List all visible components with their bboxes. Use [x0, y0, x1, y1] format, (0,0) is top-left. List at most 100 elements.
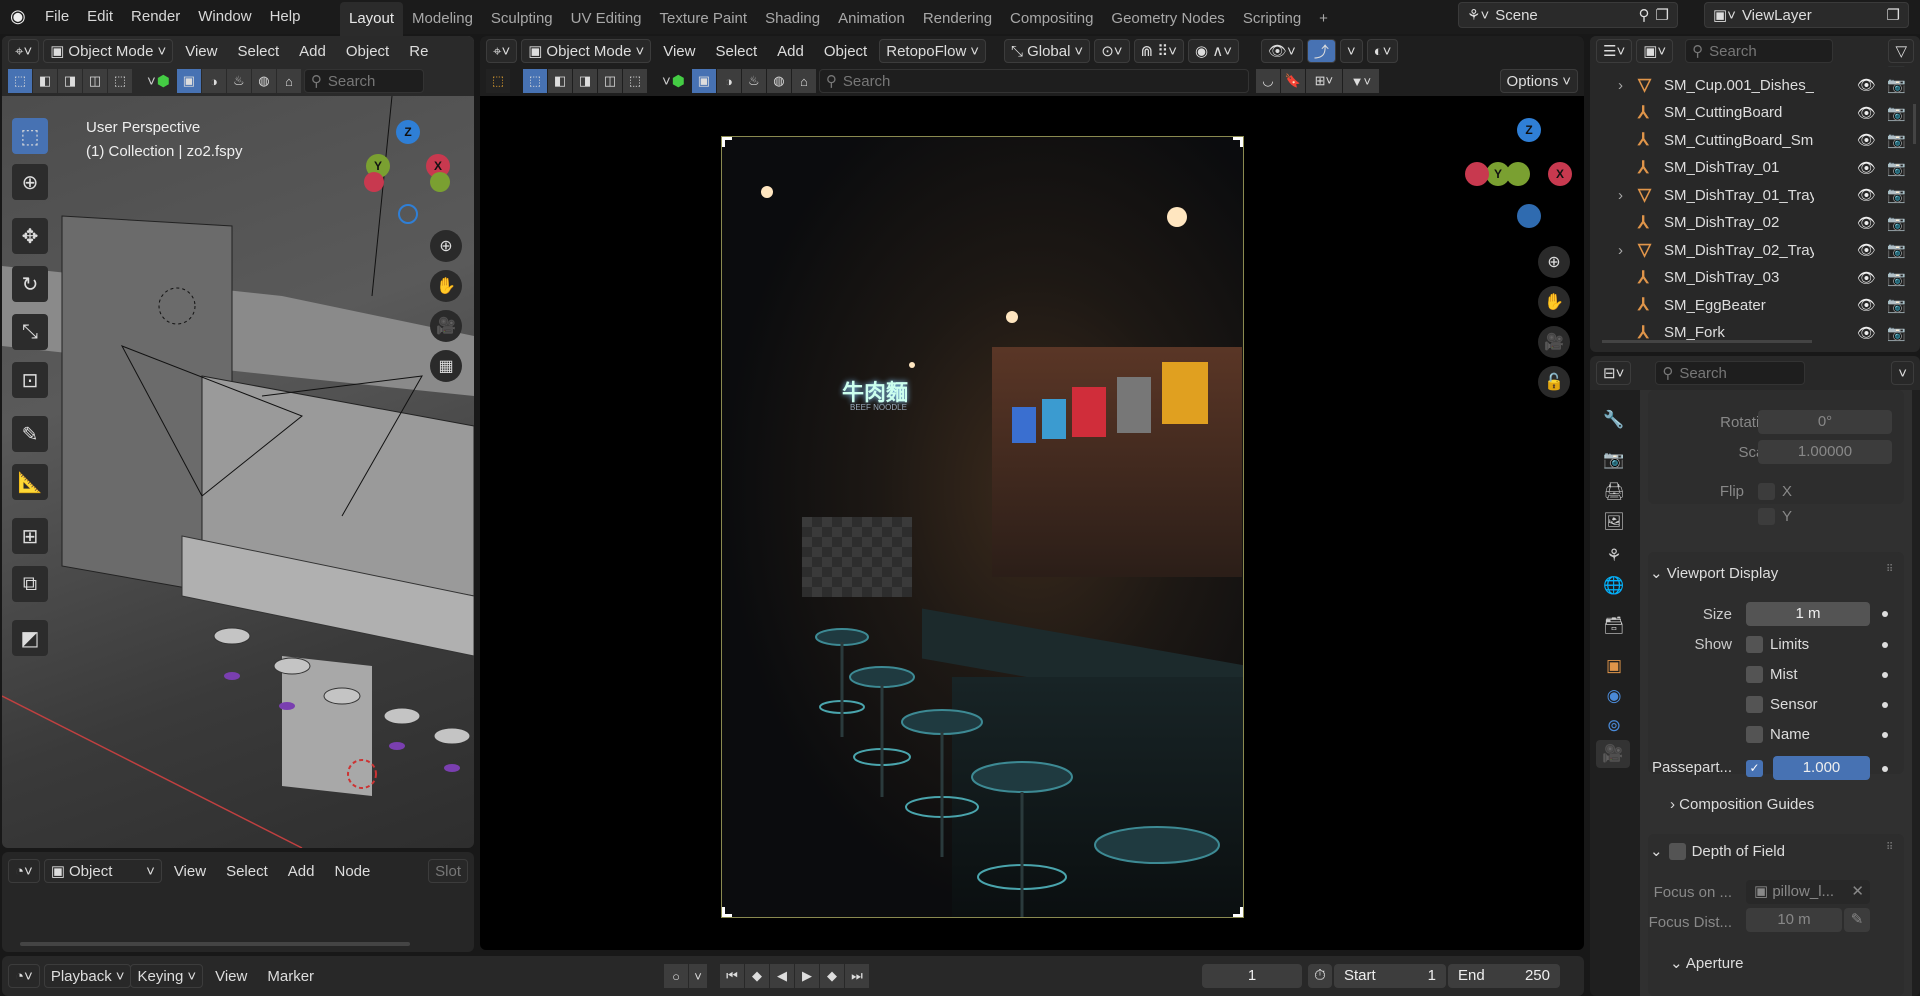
menu-add[interactable]: Add: [769, 43, 812, 60]
menu-select[interactable]: Select: [218, 863, 276, 880]
new-view-layer-icon[interactable]: ❐: [1887, 6, 1900, 24]
bookmark-icon[interactable]: 🔖: [1280, 69, 1305, 93]
select-box-tool[interactable]: ⬚: [12, 118, 48, 154]
jump-start-icon[interactable]: ⏮: [720, 964, 744, 988]
view-layer-selector[interactable]: ▣˅ ViewLayer ❐: [1704, 2, 1909, 28]
outliner-item[interactable]: ⅄ SM_CuttingBoard_Sma 👁 📷: [1590, 127, 1920, 154]
focus-object-field[interactable]: ▣ pillow_l... ✕: [1746, 880, 1870, 904]
properties-search-input[interactable]: ⚲ Search: [1655, 361, 1806, 385]
menu-node[interactable]: Node: [326, 863, 378, 880]
move-tool[interactable]: ✥: [12, 218, 48, 254]
gizmo-neg-x[interactable]: [364, 172, 384, 192]
play-icon[interactable]: ▶: [795, 964, 819, 988]
left-3d-viewport[interactable]: ⌖˅ ▣ Object Mode ˅ View Select Add Object…: [2, 36, 474, 848]
render-shading-icon[interactable]: ♨: [226, 69, 251, 93]
object-mode-dropdown[interactable]: ▣ Object Mode ˅: [43, 39, 174, 63]
gizmo-neg-x[interactable]: [1465, 162, 1489, 186]
viewport-display-header[interactable]: ⌄ Viewport Display: [1650, 564, 1778, 582]
color-icon[interactable]: ⬢: [672, 72, 685, 90]
editor-type-button[interactable]: ⌖˅: [8, 39, 40, 63]
keyframe-dot[interactable]: [1882, 702, 1888, 708]
pin-icon[interactable]: ⚲: [1639, 6, 1650, 24]
tab-texture-paint[interactable]: Texture Paint: [651, 2, 757, 36]
limits-checkbox[interactable]: [1746, 636, 1763, 653]
eye-icon[interactable]: 👁: [1857, 324, 1876, 342]
gizmo-neg-z[interactable]: [398, 204, 418, 224]
slot-dropdown[interactable]: Slot: [428, 859, 468, 883]
world-tab-icon[interactable]: 🌐: [1600, 572, 1628, 600]
keyframe-dot[interactable]: [1882, 672, 1888, 678]
menu-add[interactable]: Add: [280, 863, 323, 880]
menu-select[interactable]: Select: [707, 43, 765, 60]
render-camera-icon[interactable]: 📷: [1887, 104, 1906, 122]
eye-icon[interactable]: 👁: [1857, 296, 1876, 314]
select-intersect-icon[interactable]: ⬚: [108, 69, 132, 93]
render-camera-icon[interactable]: 📷: [1887, 214, 1906, 232]
editor-type-button[interactable]: ⌖˅: [486, 39, 518, 63]
gizmo-dropdown[interactable]: ˅: [1339, 39, 1363, 63]
editor-type-button[interactable]: ⊟˅: [1596, 361, 1632, 385]
outliner-item[interactable]: ⅄ SM_DishTray_03 👁 📷: [1590, 264, 1920, 291]
main-search-input[interactable]: ⚲ Search: [818, 69, 1249, 93]
drag-handle-icon[interactable]: ⠿: [1886, 564, 1893, 575]
scale-tool[interactable]: ⤡: [12, 314, 48, 350]
eye-icon[interactable]: 👁: [1857, 76, 1876, 94]
editor-type-button[interactable]: ◔˅: [8, 964, 40, 988]
transform-orientation-dropdown[interactable]: ⤡ Global ˅: [1004, 39, 1091, 63]
material-shading-icon[interactable]: ◑: [716, 69, 741, 93]
menu-view[interactable]: View: [655, 43, 703, 60]
physics-tab-icon[interactable]: ◉: [1600, 682, 1628, 710]
render-camera-icon[interactable]: 📷: [1887, 159, 1906, 177]
eye-icon[interactable]: 👁: [1857, 131, 1876, 149]
lock-camera-icon[interactable]: 🔓: [1538, 366, 1570, 398]
constraints-tab-icon[interactable]: ⊚: [1600, 712, 1628, 740]
render-camera-icon[interactable]: 📷: [1887, 269, 1906, 287]
gizmo-z-axis[interactable]: Z: [396, 120, 420, 144]
filter-icon[interactable]: ▼˅: [1342, 69, 1379, 93]
keyframe-dot[interactable]: [1882, 611, 1888, 617]
select-invert-icon[interactable]: ◫: [598, 69, 622, 93]
zoom-icon[interactable]: ⊕: [430, 230, 462, 262]
render-camera-icon[interactable]: 📷: [1887, 296, 1906, 314]
display-mode-dropdown[interactable]: ☰˅: [1596, 39, 1633, 63]
auto-keying-dropdown[interactable]: ˅: [689, 964, 707, 988]
left-search-input[interactable]: ⚲ Search: [303, 69, 424, 93]
render-shading-icon[interactable]: ♨: [741, 69, 766, 93]
rotate-tool[interactable]: ↻: [12, 266, 48, 302]
mist-checkbox[interactable]: [1746, 666, 1763, 683]
overlay-dropdown-icon[interactable]: ˅: [662, 73, 671, 90]
gizmo-neg-z[interactable]: [1517, 204, 1541, 228]
transform-tool[interactable]: ⊡: [12, 362, 48, 398]
eye-icon[interactable]: 👁: [1857, 104, 1876, 122]
jump-end-icon[interactable]: ⏭: [845, 964, 869, 988]
eye-icon[interactable]: 👁: [1857, 159, 1876, 177]
menu-window[interactable]: Window: [189, 0, 260, 34]
render-camera-icon[interactable]: 📷: [1887, 186, 1906, 204]
retopoflow-dropdown[interactable]: RetopoFlow ˅: [879, 39, 987, 63]
zoom-icon[interactable]: ⊕: [1538, 246, 1570, 278]
menu-view[interactable]: View: [166, 863, 214, 880]
composition-guides-header[interactable]: › Composition Guides: [1670, 796, 1814, 813]
flip-x-checkbox[interactable]: [1758, 483, 1775, 500]
drag-handle-icon[interactable]: ⠿: [1886, 842, 1893, 853]
object-tab-icon[interactable]: ▣: [1600, 652, 1628, 680]
tab-sculpting[interactable]: Sculpting: [482, 2, 562, 36]
overlay-toggle[interactable]: ◐˅: [1366, 39, 1399, 63]
select-subtract-icon[interactable]: ◨: [58, 69, 82, 93]
select-invert-icon[interactable]: ◫: [83, 69, 107, 93]
color-icon[interactable]: ⬢: [157, 72, 170, 90]
menu-object[interactable]: Object: [338, 43, 397, 60]
transform-object-tool[interactable]: ⧉: [12, 566, 48, 602]
select-extend-icon[interactable]: ◧: [548, 69, 572, 93]
dof-checkbox[interactable]: [1668, 842, 1686, 860]
eye-icon[interactable]: 👁: [1857, 186, 1876, 204]
measure-tool[interactable]: 📐: [12, 464, 48, 500]
output-tab-icon[interactable]: 🖨: [1600, 478, 1628, 506]
rotation-field[interactable]: 0°: [1758, 410, 1892, 434]
options-dropdown[interactable]: ˅: [1891, 361, 1914, 385]
playback-dropdown[interactable]: Playback ˅: [43, 964, 132, 988]
keyframe-dot[interactable]: [1882, 766, 1888, 772]
tab-rendering[interactable]: Rendering: [914, 2, 1001, 36]
render-camera-icon[interactable]: 📷: [1887, 131, 1906, 149]
passepartout-alpha-field[interactable]: 1.000: [1773, 756, 1870, 780]
